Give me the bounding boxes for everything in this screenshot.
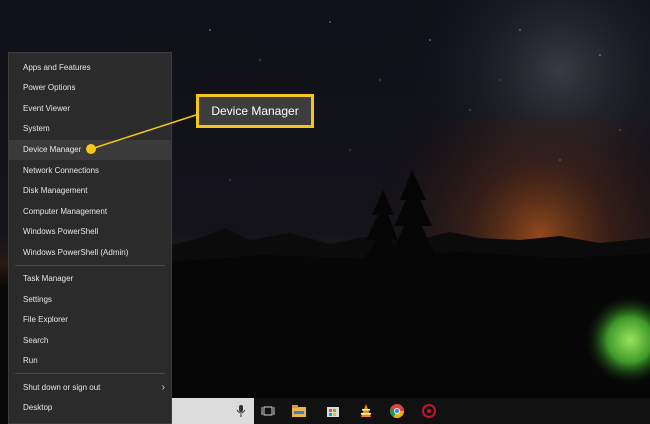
callout-dot <box>86 144 96 154</box>
taskbar <box>172 398 650 424</box>
chrome-icon[interactable] <box>389 403 405 419</box>
device-manager-callout: Device Manager <box>196 94 314 128</box>
task-view-icon[interactable] <box>260 403 276 419</box>
microphone-icon[interactable] <box>233 403 249 419</box>
file-explorer-icon[interactable] <box>291 403 307 419</box>
vlc-icon[interactable] <box>358 403 374 419</box>
callout-leader-line <box>90 113 200 150</box>
app-icon[interactable] <box>421 403 437 419</box>
store-icon[interactable] <box>325 403 341 419</box>
